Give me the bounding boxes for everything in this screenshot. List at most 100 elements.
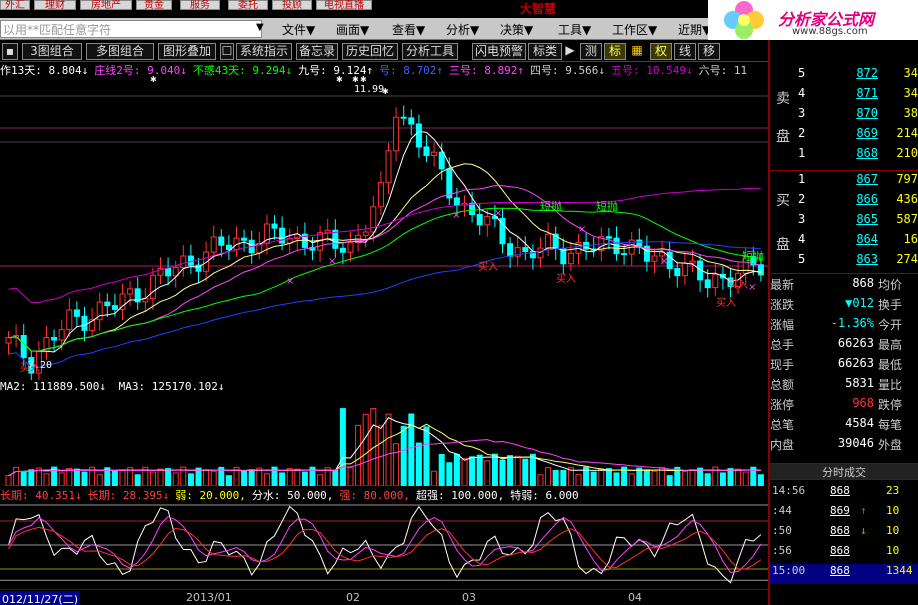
menu-tools[interactable]: 工具▼ <box>558 21 591 38</box>
tick-volume: 10 <box>886 504 900 517</box>
date-label-apr: 04 <box>628 591 642 604</box>
stat-label: 涨停 <box>770 398 795 412</box>
search-input[interactable]: 以用**匹配任意字符 <box>0 20 262 38</box>
candle-body <box>210 236 217 253</box>
volume-bar <box>575 474 582 486</box>
level-index: 1 <box>798 146 806 160</box>
stat-value: 66263 <box>837 336 874 350</box>
level-index: 5 <box>798 252 806 266</box>
candle-body <box>400 116 407 119</box>
stats-separator <box>770 273 918 274</box>
search-dropdown-icon[interactable]: ▼ <box>256 22 264 33</box>
menu-workspace[interactable]: 工作区▼ <box>612 21 657 38</box>
kline-chart[interactable]: 11.997.20短抛 短抛短抛买入买入买入买入买入××× ××××✱ ✱ ✱ ✱✱ <box>0 76 768 380</box>
volume-bar <box>317 474 324 486</box>
toolbar-line[interactable]: 线 <box>674 43 696 60</box>
toolbar-lightning-alert[interactable]: 闪电预警 <box>472 43 526 60</box>
top-link-tv[interactable]: 电视直播 <box>316 0 372 11</box>
sell-level-row[interactable]: 5 872 34 <box>770 66 918 85</box>
menu-file[interactable]: 文件▼ <box>282 21 315 38</box>
top-link-forex[interactable]: 外汇 <box>0 0 30 11</box>
candle-body <box>111 305 118 310</box>
toolbar-tag-class[interactable]: 标类 <box>528 43 562 60</box>
volume-bar <box>735 468 742 486</box>
toolbar-move[interactable]: 移 <box>698 43 720 60</box>
candle-body <box>347 242 354 253</box>
tick-trade-row[interactable]: :50 868 ↓ 10 <box>770 524 918 544</box>
volume-bar <box>172 472 179 486</box>
volume-bar <box>491 453 498 486</box>
top-link-service[interactable]: 服务 <box>180 0 220 11</box>
grid-icon[interactable]: ▦ <box>630 43 644 60</box>
top-link-realestate[interactable]: 房地产 <box>80 0 132 11</box>
menu-decision[interactable]: 决策▼ <box>500 21 533 38</box>
volume-bar <box>210 470 217 486</box>
logo-url: www.88gs.com <box>792 26 868 37</box>
toolbar-measure[interactable]: 测 <box>580 43 602 60</box>
level-price: 866 <box>856 192 878 206</box>
toolbar-history-recall[interactable]: 历史回忆 <box>342 43 398 60</box>
toolbar-system-indicator[interactable]: 系统指示 <box>236 43 292 60</box>
stat-value: 4584 <box>845 416 874 430</box>
volume-bar <box>469 456 476 486</box>
top-link-trade[interactable]: 委托 <box>228 0 268 11</box>
candle-body <box>241 237 248 241</box>
toolbar-rights[interactable]: 权 <box>650 43 672 60</box>
volume-bar <box>514 455 521 486</box>
candle-body <box>446 168 453 199</box>
buy-level-row[interactable]: 1 867 797 <box>770 172 918 191</box>
stat-value: 66263 <box>837 356 874 370</box>
tick-trade-row[interactable]: :56 868 10 <box>770 544 918 564</box>
play-icon[interactable]: ▶ <box>564 43 576 60</box>
menu-recent[interactable]: 近期▼ <box>678 21 711 38</box>
buy-level-row[interactable]: 3 865 587 <box>770 212 918 231</box>
toolbar-analysis-tools[interactable]: 分析工具 <box>402 43 458 60</box>
menu-view-layout[interactable]: 画面▼ <box>336 21 369 38</box>
quote-stat-row: 涨跌 ▼012 换手 <box>770 296 918 314</box>
candle-body <box>453 197 460 206</box>
menu-analysis[interactable]: 分析▼ <box>446 21 479 38</box>
candle-body <box>385 150 392 184</box>
tick-time: 14:56 <box>772 484 806 497</box>
volume-bar <box>598 468 605 486</box>
star-marker-icon: ✱ <box>336 76 343 84</box>
toolbar-mark[interactable]: 标 <box>604 43 626 60</box>
tick-trade-row[interactable]: 15:00 868 1344 <box>770 564 918 584</box>
volume-bar <box>28 469 35 486</box>
toolbar-memo[interactable]: 备忘录 <box>296 43 338 60</box>
sell-level-row[interactable]: 1 868 210 <box>770 146 918 165</box>
candle-body <box>704 279 711 289</box>
candle-body <box>712 273 719 289</box>
candle-body <box>149 274 156 299</box>
tick-trade-row[interactable]: :44 869 ↑ 10 <box>770 504 918 524</box>
level-index: 2 <box>798 126 806 140</box>
level-index: 3 <box>798 106 806 120</box>
candle-body <box>408 117 415 125</box>
cursor-date: 012/11/27(二) <box>0 591 80 605</box>
buy-level-row[interactable]: 5 863 274 <box>770 252 918 271</box>
toolbar-multi-chart-combo[interactable]: 多图组合 <box>86 43 154 60</box>
lock-icon[interactable]: ☐ <box>220 43 234 60</box>
sell-level-row[interactable]: 4 871 34 <box>770 86 918 105</box>
tick-trade-row[interactable]: 14:56 868 23 <box>770 484 918 504</box>
volume-chart[interactable] <box>0 394 768 486</box>
toolbar-lead-icon[interactable]: ▪ <box>2 43 18 60</box>
orderbook-separator <box>770 170 918 171</box>
toolbar-chart-overlay[interactable]: 图形叠加 <box>158 43 216 60</box>
level-volume: 587 <box>896 212 918 226</box>
toolbar-3-chart-combo[interactable]: 3图组合 <box>22 43 82 60</box>
top-link-advisor[interactable]: 投顾 <box>272 0 312 11</box>
buy-level-row[interactable]: 2 866 436 <box>770 192 918 211</box>
tick-trades-header[interactable]: 分时成交 <box>770 463 918 480</box>
volume-ma-values: MA2: 111889.500↓ MA3: 125170.102↓ <box>0 380 770 394</box>
menu-view[interactable]: 查看▼ <box>392 21 425 38</box>
top-link-metals[interactable]: 贵金 <box>136 0 172 11</box>
volume-bar <box>545 467 552 486</box>
oscillator-chart[interactable] <box>0 501 768 589</box>
buy-level-row[interactable]: 4 864 16 <box>770 232 918 251</box>
sell-level-row[interactable]: 2 869 214 <box>770 126 918 145</box>
top-link-finance[interactable]: 理财 <box>34 0 76 11</box>
stat-label-secondary: 最低 <box>878 358 903 372</box>
stat-label: 现手 <box>770 358 795 372</box>
sell-level-row[interactable]: 3 870 38 <box>770 106 918 125</box>
